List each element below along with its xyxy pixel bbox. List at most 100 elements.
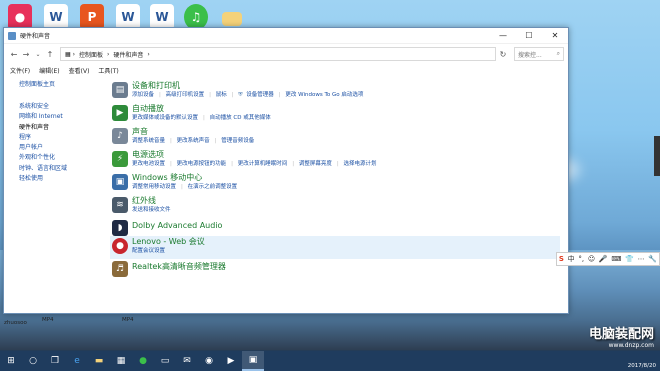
control-panel-home-link[interactable]: 控制面板主页 bbox=[19, 79, 99, 88]
category-dolby: ◗ Dolby Advanced Audio bbox=[110, 218, 560, 236]
menu-edit[interactable]: 编辑(E) bbox=[39, 66, 59, 75]
edge-browser-icon[interactable]: e bbox=[66, 351, 88, 371]
nav-item-clock-region[interactable]: 时钟、语言和区域 bbox=[19, 164, 99, 174]
link-battery-settings[interactable]: 更改电池设置 bbox=[132, 161, 165, 167]
link-separator: | bbox=[278, 92, 281, 98]
maximize-button[interactable]: ☐ bbox=[516, 28, 542, 44]
dolby-icon: ◗ bbox=[112, 220, 128, 236]
nav-item-programs[interactable]: 程序 bbox=[19, 133, 99, 143]
microphone-icon[interactable]: 🎤 bbox=[599, 255, 608, 263]
category-title[interactable]: 声音 bbox=[132, 126, 560, 137]
link-advanced-printer[interactable]: 高级打印机设置 bbox=[166, 92, 205, 98]
address-input[interactable]: ▦ › 控制面板 › 硬件和声音 › bbox=[60, 47, 496, 61]
cortana-icon[interactable]: ○ bbox=[22, 351, 44, 371]
link-separator: | bbox=[214, 138, 217, 144]
link-add-device[interactable]: 添加设备 bbox=[132, 92, 154, 98]
desktop-label: zhuosoo bbox=[4, 320, 27, 326]
search-icon: ⌕ bbox=[556, 50, 560, 57]
window-title: 硬件和声音 bbox=[20, 33, 51, 40]
monitor-icon[interactable]: ▭ bbox=[154, 351, 176, 371]
more-icon[interactable]: ⋯ bbox=[638, 255, 645, 263]
file-explorer-icon[interactable]: ▬ bbox=[88, 351, 110, 371]
title-bar[interactable]: 硬件和声音 — ☐ ✕ bbox=[4, 28, 568, 44]
link-sleep-time[interactable]: 更改计算机睡眠时间 bbox=[238, 161, 288, 167]
control-panel-icon[interactable]: ▣ bbox=[242, 351, 264, 371]
link-system-sounds[interactable]: 更改系统声音 bbox=[177, 138, 210, 144]
refresh-icon[interactable]: ↻ bbox=[496, 50, 510, 59]
breadcrumb-hardware-sound[interactable]: 硬件和声音 bbox=[113, 50, 143, 59]
up-arrow-icon[interactable]: ↑ bbox=[44, 50, 56, 59]
link-meeting-settings[interactable]: 配置会议设置 bbox=[132, 248, 165, 254]
nav-item-hardware-sound[interactable]: 硬件和声音 bbox=[19, 123, 99, 133]
folder-icon[interactable] bbox=[222, 12, 242, 26]
breadcrumb-separator: › bbox=[107, 50, 110, 58]
category-autoplay: ▶ 自动播放 更改媒体或设备的默认设置 | 自动播放 CD 或其他媒体 bbox=[110, 103, 560, 126]
ime-punctuation[interactable]: °, bbox=[578, 255, 584, 263]
music-app-icon[interactable]: ● bbox=[132, 351, 154, 371]
nav-item-system-security[interactable]: 系统和安全 bbox=[19, 102, 99, 112]
category-title[interactable]: 设备和打印机 bbox=[132, 80, 560, 91]
category-realtek: ♬ Realtek高清晰音频管理器 bbox=[110, 259, 560, 277]
media-player-icon[interactable]: ▶ bbox=[220, 351, 242, 371]
address-bar-row: ← → ⌄ ↑ ▦ › 控制面板 › 硬件和声音 › ↻ 搜索控... ⌕ bbox=[4, 44, 568, 64]
link-send-receive-files[interactable]: 发送和接收文件 bbox=[132, 207, 171, 213]
category-lenovo-web-meeting: ● Lenovo - Web 会议 配置会议设置 bbox=[110, 236, 560, 259]
emoji-icon[interactable]: ☺ bbox=[588, 255, 595, 263]
link-windows-to-go[interactable]: 更改 Windows To Go 启动选项 bbox=[285, 92, 363, 98]
windows-start-icon[interactable]: ⊞ bbox=[0, 351, 22, 371]
watermark-title: 电脑装配网 bbox=[588, 327, 654, 342]
skin-icon[interactable]: 👕 bbox=[625, 255, 634, 263]
nav-item-appearance[interactable]: 外观和个性化 bbox=[19, 153, 99, 163]
menu-view[interactable]: 查看(V) bbox=[69, 66, 90, 75]
nav-item-user-accounts[interactable]: 用户帐户 bbox=[19, 143, 99, 153]
autoplay-icon: ▶ bbox=[112, 105, 128, 121]
dropdown-arrow-icon[interactable]: ⌄ bbox=[32, 51, 44, 58]
search-input[interactable]: 搜索控... ⌕ bbox=[514, 47, 564, 61]
category-title[interactable]: Realtek高清晰音频管理器 bbox=[132, 259, 560, 274]
breadcrumb-control-panel[interactable]: 控制面板 bbox=[79, 50, 103, 59]
link-adjust-volume[interactable]: 调整系统音量 bbox=[132, 138, 165, 144]
link-power-plan[interactable]: 选择电源计划 bbox=[344, 161, 377, 167]
category-title[interactable]: 自动播放 bbox=[132, 103, 560, 114]
link-brightness[interactable]: 调整屏幕亮度 bbox=[299, 161, 332, 167]
close-button[interactable]: ✕ bbox=[542, 28, 568, 44]
link-power-button[interactable]: 更改电源按钮的功能 bbox=[177, 161, 227, 167]
link-presentation-settings[interactable]: 在演示之前调整设置 bbox=[188, 184, 238, 190]
printer-icon: ▤ bbox=[112, 82, 128, 98]
category-sound: ♪ 声音 调整系统音量 | 更改系统声音 | 管理音频设备 bbox=[110, 126, 560, 149]
link-separator: | bbox=[231, 92, 234, 98]
category-title[interactable]: 电源选项 bbox=[132, 149, 560, 160]
link-autoplay-cd[interactable]: 自动播放 CD 或其他媒体 bbox=[210, 115, 271, 121]
link-default-media[interactable]: 更改媒体或设备的默认设置 bbox=[132, 115, 198, 121]
qq-icon[interactable]: ◉ bbox=[198, 351, 220, 371]
nav-item-network[interactable]: 网络和 Internet bbox=[19, 112, 99, 122]
link-separator: | bbox=[336, 161, 339, 167]
category-title[interactable]: Dolby Advanced Audio bbox=[132, 218, 560, 233]
shield-icon: ⛨ bbox=[238, 92, 243, 98]
category-title[interactable]: Lenovo - Web 会议 bbox=[132, 236, 560, 247]
minimize-button[interactable]: — bbox=[490, 28, 516, 44]
keyboard-icon[interactable]: ⌨ bbox=[611, 255, 621, 263]
category-title[interactable]: 红外线 bbox=[132, 195, 560, 206]
store-icon[interactable]: ▦ bbox=[110, 351, 132, 371]
link-device-manager[interactable]: 设备管理器 bbox=[246, 92, 274, 98]
ime-chinese-mode[interactable]: 中 bbox=[568, 254, 575, 264]
system-tray[interactable]: 2017/8/20 bbox=[628, 363, 656, 369]
forward-arrow-icon[interactable]: → bbox=[20, 50, 32, 59]
link-separator: | bbox=[181, 184, 183, 190]
link-mouse[interactable]: 鼠标 bbox=[216, 92, 227, 98]
link-audio-devices[interactable]: 管理音频设备 bbox=[221, 138, 254, 144]
mail-icon[interactable]: ✉ bbox=[176, 351, 198, 371]
task-view-icon[interactable]: ❐ bbox=[44, 351, 66, 371]
taskbar: ⊞ ○ ❐ e ▬ ▦ ● ▭ ✉ ◉ ▶ ▣ 2017/8/20 bbox=[0, 351, 660, 371]
wrench-icon[interactable]: 🔧 bbox=[648, 255, 657, 263]
link-separator: | bbox=[170, 161, 172, 167]
lenovo-web-meeting-icon: ● bbox=[112, 238, 128, 254]
nav-item-ease-of-access[interactable]: 轻松使用 bbox=[19, 174, 99, 184]
back-arrow-icon[interactable]: ← bbox=[8, 50, 20, 59]
sogou-logo-icon[interactable]: S bbox=[559, 255, 564, 263]
menu-tools[interactable]: 工具(T) bbox=[98, 66, 118, 75]
category-title[interactable]: Windows 移动中心 bbox=[132, 172, 560, 183]
link-mobility-settings[interactable]: 调整常用移动设置 bbox=[132, 184, 176, 190]
menu-file[interactable]: 文件(F) bbox=[10, 66, 30, 75]
